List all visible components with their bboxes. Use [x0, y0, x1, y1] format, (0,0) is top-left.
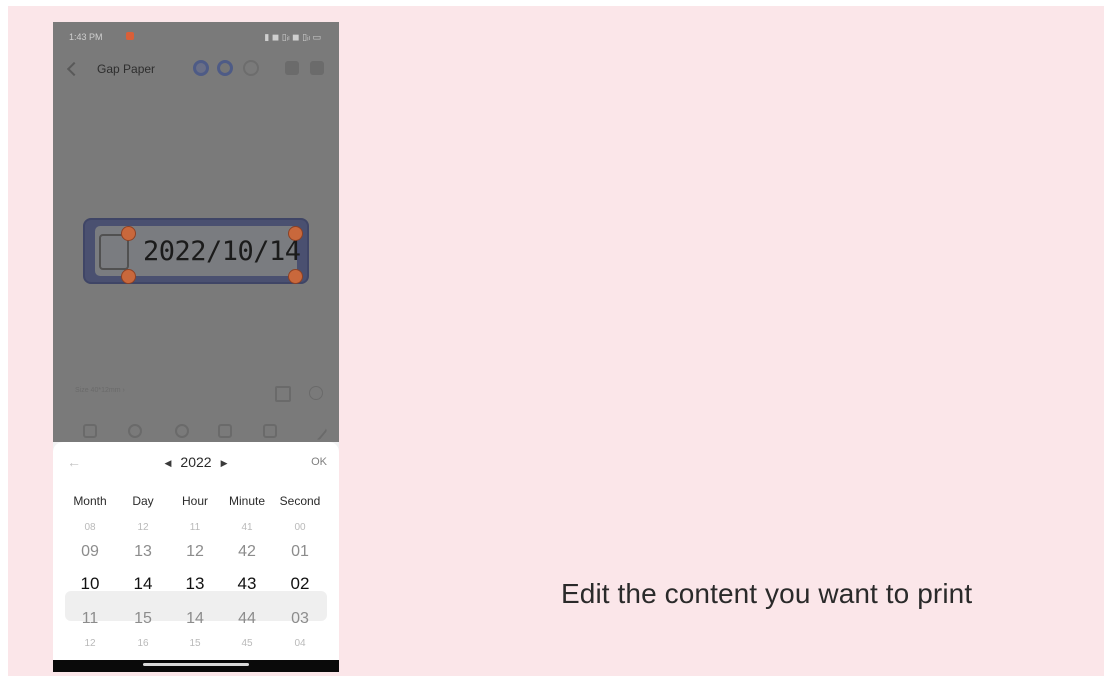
rotate-icon[interactable]: [243, 60, 259, 76]
resize-handle-bottom-left[interactable]: [121, 269, 136, 284]
pen-icon[interactable]: [308, 421, 328, 441]
label-size-text[interactable]: Size 40*12mm ›: [75, 387, 125, 394]
table-icon[interactable]: [263, 424, 277, 438]
wheel-item[interactable]: 08: [62, 522, 118, 533]
datetime-picker-sheet: ← ◀ 2022 ▶ OK Month Day Hour Minute Second…: [53, 442, 339, 664]
page-title: Gap Paper: [97, 62, 156, 76]
wheel-item[interactable]: 01: [272, 543, 328, 561]
label-preview[interactable]: 2022/10/14: [83, 218, 309, 284]
wheel-item[interactable]: 42: [219, 543, 275, 561]
year-selector: ◀ 2022 ▶: [53, 454, 339, 470]
wheel-item[interactable]: 12: [167, 543, 223, 561]
wheel-item[interactable]: 15: [167, 638, 223, 649]
picker-column-headers: Month Day Hour Minute Second: [53, 494, 339, 512]
wheel-item[interactable]: 12: [115, 522, 171, 533]
wheel-item[interactable]: 11: [167, 522, 223, 533]
instruction-caption: Edit the content you want to print: [561, 578, 973, 609]
home-indicator[interactable]: [143, 663, 249, 666]
column-header-minute: Minute: [228, 494, 266, 508]
wheel-item-selected[interactable]: 14: [115, 574, 171, 594]
notification-icon: [126, 32, 134, 40]
wheel-item[interactable]: 03: [272, 610, 328, 628]
slide-background: 1:43 PM ▮ ◼ ▯ᵢₗ ◼ ▯ᵢₗ ▭ Gap Paper 2022/1…: [8, 6, 1104, 676]
wheel-item-selected[interactable]: 13: [167, 574, 223, 594]
phone-screen: 1:43 PM ▮ ◼ ▯ᵢₗ ◼ ▯ᵢₗ ▭ Gap Paper 2022/1…: [53, 22, 339, 672]
layout-icon[interactable]: [275, 386, 291, 402]
app-dimmed-background: 1:43 PM ▮ ◼ ▯ᵢₗ ◼ ▯ᵢₗ ▭ Gap Paper 2022/1…: [53, 22, 339, 442]
status-indicators: ▮ ◼ ▯ᵢₗ ◼ ▯ᵢₗ ▭: [264, 32, 321, 42]
ok-button[interactable]: OK: [311, 456, 327, 468]
editor-toolbar: Gap Paper: [53, 56, 339, 84]
wheel-item[interactable]: 04: [272, 638, 328, 649]
column-header-month: Month: [73, 494, 107, 508]
next-year-icon[interactable]: ▶: [221, 458, 228, 469]
theme-icon[interactable]: [193, 60, 209, 76]
year-value: 2022: [180, 454, 212, 470]
gesture-navigation-bar: [53, 660, 339, 672]
image-icon[interactable]: [83, 424, 97, 438]
template-icon[interactable]: [217, 60, 233, 76]
wheel-item[interactable]: 45: [219, 638, 275, 649]
resize-handle-top-left[interactable]: [121, 226, 136, 241]
wheel-item[interactable]: 11: [62, 610, 118, 628]
wheel-item-selected[interactable]: 43: [219, 574, 275, 594]
wheel-item[interactable]: 44: [219, 610, 275, 628]
wheel-item[interactable]: 41: [219, 522, 275, 533]
insert-toolbar: [53, 421, 339, 442]
wheel-item-selected[interactable]: 10: [62, 574, 118, 594]
wheel-item[interactable]: 15: [115, 610, 171, 628]
settings-icon[interactable]: [309, 386, 323, 400]
column-header-day: Day: [132, 494, 154, 508]
wheel-item[interactable]: 09: [62, 543, 118, 561]
previous-year-icon[interactable]: ◀: [165, 458, 172, 469]
frame-icon[interactable]: [218, 424, 232, 438]
back-arrow-icon[interactable]: [66, 61, 82, 77]
wheel-item[interactable]: 16: [115, 638, 171, 649]
resize-handle-top-right[interactable]: [288, 226, 303, 241]
resize-handle-bottom-right[interactable]: [288, 269, 303, 284]
status-time: 1:43 PM: [69, 32, 103, 42]
picker-wheels: 08 09 10 11 12 12 13 14 15 16 11 12 13 1…: [53, 518, 339, 664]
wheel-item[interactable]: 14: [167, 610, 223, 628]
label-date-text[interactable]: 2022/10/14: [143, 236, 301, 267]
emoji-icon[interactable]: [175, 424, 189, 438]
column-header-hour: Hour: [181, 494, 208, 508]
save-icon[interactable]: [285, 61, 299, 75]
status-bar: 1:43 PM ▮ ◼ ▯ᵢₗ ◼ ▯ᵢₗ ▭: [53, 22, 339, 50]
wheel-item[interactable]: 13: [115, 543, 171, 561]
column-header-second: Second: [279, 494, 321, 508]
wheel-item[interactable]: 00: [272, 522, 328, 533]
wheel-item-selected[interactable]: 02: [272, 574, 328, 594]
clock-icon[interactable]: [128, 424, 142, 438]
print-icon[interactable]: [310, 61, 324, 75]
wheel-item[interactable]: 12: [62, 638, 118, 649]
